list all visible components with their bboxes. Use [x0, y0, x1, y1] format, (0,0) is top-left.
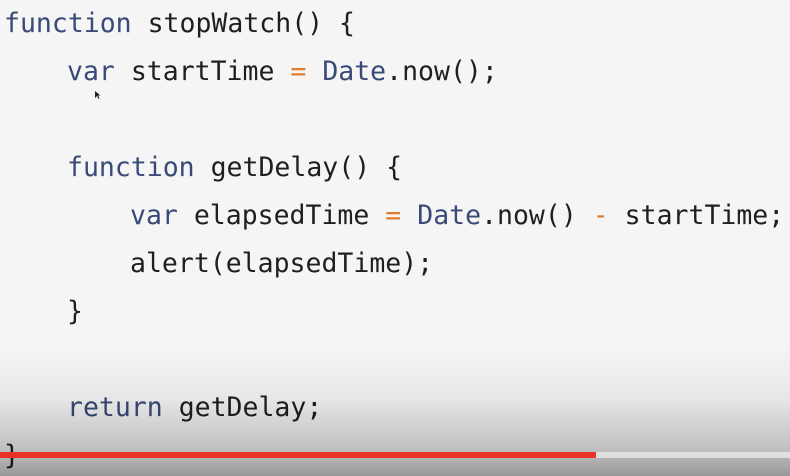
keyword-function: function — [4, 8, 132, 39]
class-name: Date — [322, 56, 387, 87]
code-line-5: var elapsedTime = Date.now() - startTime… — [4, 192, 784, 240]
keyword-return: return — [67, 392, 163, 423]
variable-name: startTime — [114, 56, 291, 87]
video-progress-played — [0, 452, 597, 458]
method-call: .now(); — [386, 56, 498, 87]
keyword-var: var — [67, 56, 115, 87]
variable-name: elapsedTime — [177, 200, 386, 231]
return-value: getDelay; — [162, 392, 323, 423]
closing-brace: } — [67, 296, 83, 327]
function-name: getDelay — [194, 152, 339, 183]
class-name: Date — [417, 200, 482, 231]
video-frame[interactable]: function stopWatch() {var startTime = Da… — [0, 0, 790, 476]
code-line-2: var startTime = Date.now(); — [4, 48, 784, 96]
code-line-9: return getDelay; — [4, 384, 784, 432]
code-line-6: alert(elapsedTime); — [4, 240, 784, 288]
method-call: .now() — [481, 200, 593, 231]
variable-ref: startTime; — [608, 200, 785, 231]
operator-minus: - — [592, 200, 609, 231]
operator-assign: = — [385, 200, 402, 231]
function-name: stopWatch — [131, 8, 292, 39]
code-line-1: function stopWatch() { — [4, 0, 784, 48]
keyword-function: function — [67, 152, 195, 183]
punctuation: () { — [291, 8, 356, 39]
code-line-4: function getDelay() { — [4, 144, 784, 192]
mouse-cursor-icon — [95, 91, 101, 99]
operator-assign: = — [290, 56, 307, 87]
video-progress-bar[interactable] — [0, 452, 790, 458]
code-line-7: } — [4, 288, 784, 336]
punctuation: () { — [338, 152, 403, 183]
keyword-var: var — [130, 200, 178, 231]
code-block: function stopWatch() {var startTime = Da… — [4, 0, 784, 476]
statement: alert(elapsedTime); — [130, 248, 434, 279]
